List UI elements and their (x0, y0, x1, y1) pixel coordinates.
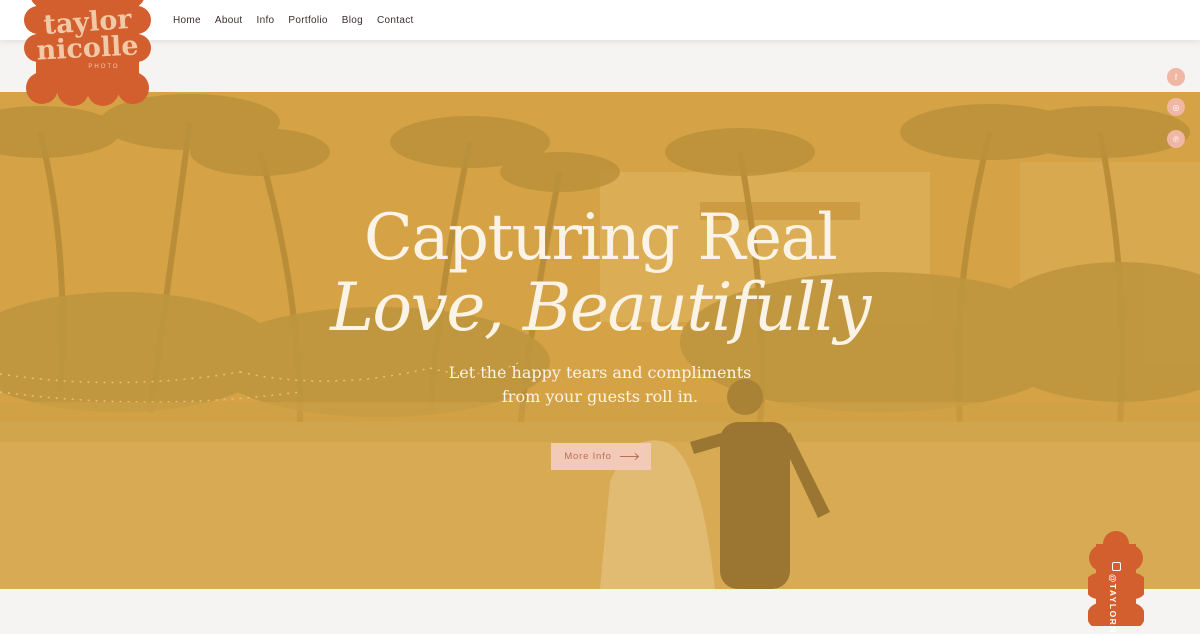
hero-subtext-line2: from your guests roll in. (501, 387, 699, 406)
logo-line-nicolle: nicolle (35, 30, 140, 67)
facebook-icon[interactable]: f (1167, 68, 1185, 86)
hero-headline-line1: Capturing Real (363, 201, 838, 275)
nav-home[interactable]: Home (173, 15, 201, 26)
instagram-follow-tab[interactable]: @TAYLORN (1088, 530, 1144, 634)
arrow-right-icon (619, 456, 638, 457)
top-nav: Home About Info Portfolio Blog Contact (0, 0, 1200, 40)
more-info-label: More Info (564, 451, 612, 462)
nav-blog[interactable]: Blog (342, 15, 363, 26)
hero-section: Capturing Real Love, Beautifully Let the… (0, 92, 1200, 589)
more-info-button[interactable]: More Info (551, 443, 651, 470)
nav-portfolio[interactable]: Portfolio (288, 15, 327, 26)
hero-subtext-line1: Let the happy tears and compliments (448, 363, 752, 382)
brand-logo[interactable]: taylor nicolle PHOTO (24, 0, 151, 106)
nav-contact[interactable]: Contact (377, 15, 414, 26)
nav-links: Home About Info Portfolio Blog Contact (173, 0, 414, 40)
pinterest-icon[interactable]: ℗ (1167, 130, 1185, 148)
logo-wordmark: taylor nicolle PHOTO (24, 0, 151, 106)
nav-about[interactable]: About (215, 15, 243, 26)
nav-info[interactable]: Info (257, 15, 275, 26)
instagram-handle: @TAYLORN (1108, 574, 1118, 634)
hero-headline-line2: Love, Beautifully (330, 269, 871, 346)
instagram-icon[interactable]: ◎ (1167, 98, 1185, 116)
instagram-icon (1112, 562, 1121, 571)
logo-line-photo: PHOTO (88, 64, 120, 70)
